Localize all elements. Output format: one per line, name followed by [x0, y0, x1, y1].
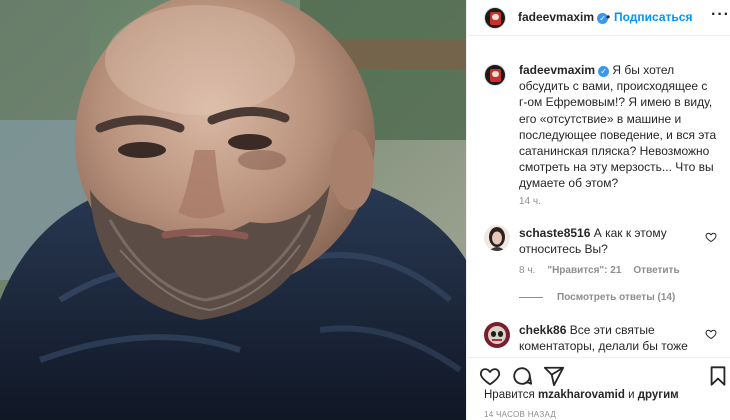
caption-time[interactable]: 14 ч.	[519, 196, 541, 207]
caption-author-avatar[interactable]	[484, 64, 506, 86]
share-icon[interactable]	[543, 365, 565, 387]
caption-text-block: fadeevmaxim ✓ Я бы хотел обсудить с вами,…	[519, 62, 719, 192]
comment-like-heart-icon[interactable]	[705, 231, 717, 243]
replies-divider	[519, 297, 543, 298]
comment-icon[interactable]	[511, 365, 533, 387]
view-replies-label: Посмотреть ответы (14)	[557, 292, 676, 303]
author-username[interactable]: fadeevmaxim ✓	[518, 10, 609, 24]
comment-time[interactable]: 8 ч.	[519, 265, 535, 276]
caption-text: Я бы хотел обсудить с вами, происходящее…	[519, 63, 717, 191]
post-likes: Нравится mzakharovamid и другим	[484, 389, 679, 401]
likes-others-link[interactable]: другим	[638, 389, 679, 401]
post-photo-illustration	[0, 0, 466, 420]
comment-meta: 8 ч. "Нравится": 21 Ответить	[519, 265, 680, 276]
post-action-bar	[467, 357, 730, 393]
likes-prefix: Нравится	[484, 389, 535, 401]
author-avatar[interactable]	[484, 7, 506, 29]
bookmark-icon[interactable]	[707, 365, 729, 387]
comment-username[interactable]: schaste8516	[519, 226, 590, 240]
comment-text-block: schaste8516 А как к этому относитесь Вы?	[519, 225, 699, 257]
comment-username[interactable]: chekk86	[519, 323, 566, 337]
post-sidebar: fadeevmaxim ✓ • Подписаться ··· fadeevmax…	[466, 0, 730, 420]
post-header: fadeevmaxim ✓ • Подписаться ···	[467, 0, 730, 36]
caption-verified-badge-icon: ✓	[598, 66, 610, 77]
comment-likes-count[interactable]: "Нравится": 21	[547, 265, 621, 276]
post-photo[interactable]	[0, 0, 466, 420]
caption-username[interactable]: fadeevmaxim	[519, 63, 595, 77]
commenter-avatar[interactable]	[484, 225, 510, 251]
likes-user-link[interactable]: mzakharovamid	[538, 389, 625, 401]
separator-dot: •	[606, 10, 611, 24]
comment-like-heart-icon[interactable]	[705, 328, 717, 340]
post-timestamp[interactable]: 14 ЧАСОВ НАЗАД	[484, 410, 556, 419]
likes-middle: и	[628, 389, 635, 401]
follow-button[interactable]: Подписаться	[614, 10, 692, 24]
view-replies-button[interactable]: Посмотреть ответы (14)	[519, 292, 675, 303]
comment-reply-button[interactable]: Ответить	[633, 265, 679, 276]
heart-icon[interactable]	[479, 365, 501, 387]
commenter-avatar[interactable]	[484, 322, 510, 348]
more-options-icon[interactable]: ···	[711, 6, 730, 24]
comment-text-block: chekk86 Все эти святые коментаторы, дела…	[519, 322, 699, 354]
